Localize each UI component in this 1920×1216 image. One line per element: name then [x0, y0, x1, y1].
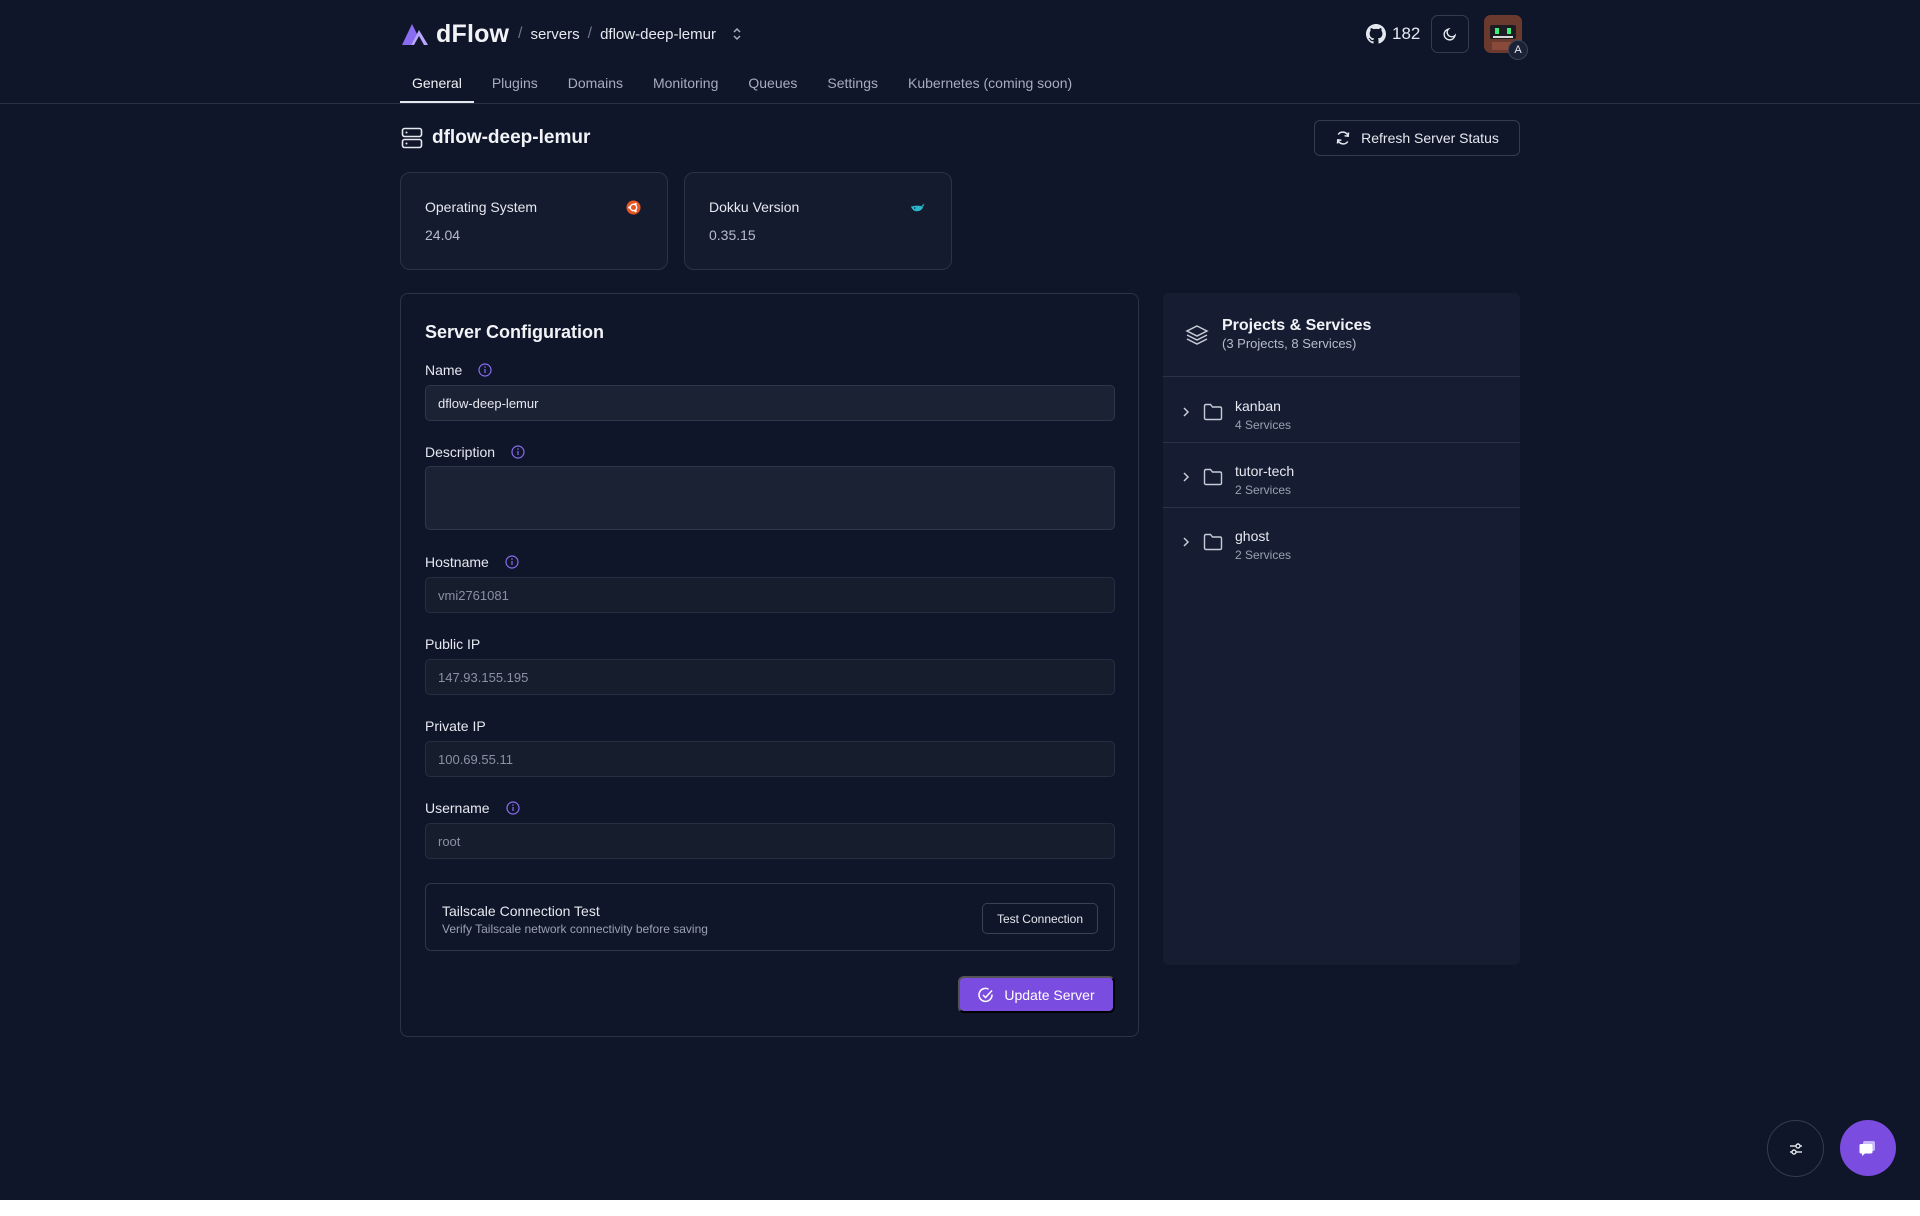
tailscale-connection-test: Tailscale Connection Test Verify Tailsca… — [425, 883, 1115, 951]
project-item-tutor-tech[interactable]: tutor-tech 2 Services — [1163, 443, 1520, 508]
private-ip-field-label: Private IP — [425, 718, 486, 734]
avatar-badge: A — [1508, 40, 1528, 60]
description-label: Description — [425, 444, 496, 460]
project-name: tutor-tech — [1235, 463, 1295, 479]
dokku-version-card: Dokku Version 0.35.15 — [684, 172, 952, 270]
description-field-label: Description — [425, 444, 525, 460]
chevron-right-icon — [1183, 537, 1190, 547]
name-field-label: Name — [425, 362, 492, 378]
tab-domains[interactable]: Domains — [556, 68, 635, 102]
refresh-server-status-button[interactable]: Refresh Server Status — [1314, 120, 1520, 156]
brand[interactable]: dFlow — [400, 18, 509, 50]
refresh-icon — [1336, 131, 1350, 145]
ubuntu-icon — [626, 200, 641, 215]
hostname-input[interactable]: vmi2761081 — [425, 577, 1115, 613]
chevron-up-down-icon[interactable] — [730, 26, 744, 42]
page-title: dflow-deep-lemur — [432, 127, 591, 148]
update-server-button[interactable]: Update Server — [958, 976, 1115, 1013]
private-ip-input[interactable]: 100.69.55.11 — [425, 741, 1115, 777]
projects-services-panel: Projects & Services (3 Projects, 8 Servi… — [1163, 293, 1520, 965]
operating-system-label: Operating System — [425, 199, 538, 215]
dflow-logo-icon — [402, 24, 428, 45]
project-item-ghost[interactable]: ghost 2 Services — [1163, 508, 1520, 573]
chevron-right-icon — [1183, 472, 1190, 482]
username-input[interactable]: root — [425, 823, 1115, 859]
project-item-kanban[interactable]: kanban 4 Services — [1163, 378, 1520, 443]
dokku-whale-icon — [910, 203, 925, 212]
tab-bar: General Plugins Domains Monitoring Queue… — [400, 68, 1090, 104]
brand-name: dFlow — [436, 19, 510, 48]
test-connection-button[interactable]: Test Connection — [982, 903, 1098, 934]
tailscale-title: Tailscale Connection Test — [442, 903, 600, 919]
tab-queues[interactable]: Queues — [736, 68, 809, 102]
page-bottom-edge — [0, 1200, 1920, 1216]
operating-system-value: 24.04 — [425, 227, 461, 243]
hostname-label: Hostname — [425, 554, 489, 570]
tab-general[interactable]: General — [400, 68, 474, 103]
info-icon[interactable] — [505, 801, 520, 815]
info-icon[interactable] — [478, 363, 492, 377]
preferences-button[interactable] — [1767, 1120, 1824, 1177]
project-name: kanban — [1235, 398, 1281, 414]
layers-icon — [1185, 325, 1209, 345]
github-stars-link[interactable]: 182 — [1366, 22, 1420, 46]
public-ip-field-label: Public IP — [425, 636, 480, 652]
update-server-label: Update Server — [1004, 986, 1095, 1003]
breadcrumb-separator: / — [518, 25, 523, 42]
hostname-field-label: Hostname — [425, 554, 519, 570]
name-input[interactable]: dflow-deep-lemur — [425, 385, 1115, 421]
name-label: Name — [425, 362, 463, 378]
operating-system-card: Operating System 24.04 — [400, 172, 668, 270]
project-service-count: 2 Services — [1235, 483, 1292, 497]
github-icon — [1366, 24, 1386, 44]
description-textarea[interactable] — [425, 466, 1115, 530]
tailscale-subtitle: Verify Tailscale network connectivity be… — [442, 922, 708, 936]
projects-header: Projects & Services (3 Projects, 8 Servi… — [1163, 293, 1520, 377]
moon-icon — [1443, 27, 1457, 41]
github-star-count: 182 — [1392, 24, 1421, 43]
public-ip-input[interactable]: 147.93.155.195 — [425, 659, 1115, 695]
project-name: ghost — [1235, 528, 1270, 544]
server-configuration-heading: Server Configuration — [425, 322, 605, 342]
username-field-label: Username — [425, 800, 520, 816]
info-icon[interactable] — [511, 445, 525, 459]
tab-kubernetes[interactable]: Kubernetes (coming soon) — [896, 68, 1084, 102]
sliders-icon — [1789, 1142, 1802, 1155]
top-header: dFlow / servers / dflow-deep-lemur 182 A… — [0, 0, 1920, 104]
chat-button[interactable] — [1840, 1120, 1896, 1176]
server-configuration-panel: Server Configuration Name dflow-deep-lem… — [400, 293, 1139, 1037]
breadcrumb: / servers / dflow-deep-lemur — [518, 22, 744, 46]
app-page: dFlow / servers / dflow-deep-lemur 182 A… — [0, 0, 1920, 1216]
chat-icon — [1859, 1141, 1875, 1156]
public-ip-label: Public IP — [425, 636, 481, 652]
project-service-count: 2 Services — [1235, 548, 1292, 562]
tab-monitoring[interactable]: Monitoring — [641, 68, 730, 102]
refresh-button-label: Refresh Server Status — [1361, 130, 1499, 146]
check-circle-icon — [978, 987, 994, 1002]
dokku-version-label: Dokku Version — [709, 199, 800, 215]
folder-icon — [1203, 468, 1223, 486]
private-ip-label: Private IP — [425, 718, 486, 734]
breadcrumb-servers-link[interactable]: servers — [530, 26, 579, 43]
folder-icon — [1203, 533, 1223, 551]
dokku-version-value: 0.35.15 — [709, 227, 756, 243]
tab-settings[interactable]: Settings — [815, 68, 890, 102]
chevron-right-icon — [1183, 407, 1190, 417]
server-icon — [401, 127, 423, 149]
username-label: Username — [425, 800, 490, 816]
folder-icon — [1203, 403, 1223, 421]
theme-toggle-button[interactable] — [1431, 15, 1469, 53]
breadcrumb-separator: / — [587, 25, 593, 42]
tab-plugins[interactable]: Plugins — [480, 68, 550, 102]
projects-subtitle: (3 Projects, 8 Services) — [1222, 336, 1357, 351]
projects-title: Projects & Services — [1222, 317, 1372, 334]
breadcrumb-current-server[interactable]: dflow-deep-lemur — [600, 26, 716, 43]
project-service-count: 4 Services — [1235, 418, 1292, 432]
info-icon[interactable] — [505, 555, 519, 569]
page-title-row: dflow-deep-lemur — [400, 124, 590, 152]
